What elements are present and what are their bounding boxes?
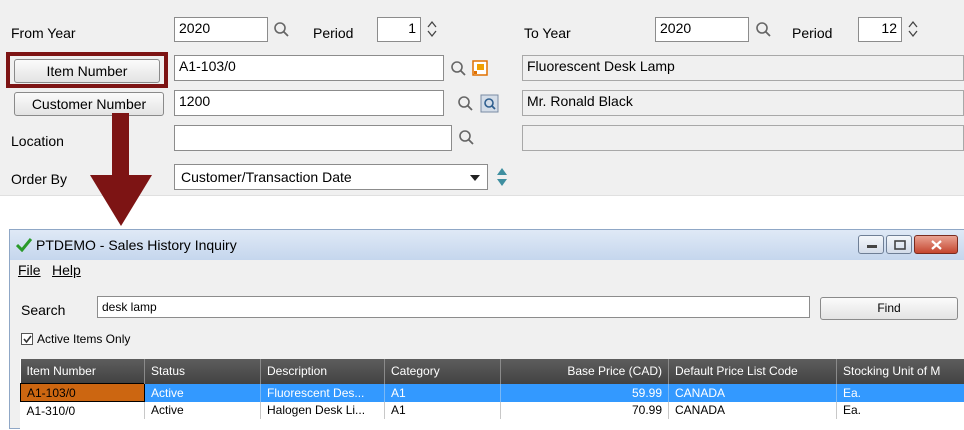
column-header-category[interactable]: Category: [385, 359, 501, 384]
item-description-field: Fluorescent Desk Lamp: [522, 55, 964, 81]
cell-category[interactable]: A1: [385, 384, 501, 402]
order-by-select[interactable]: Customer/Transaction Date: [174, 164, 488, 190]
item-number-button[interactable]: Item Number: [14, 59, 160, 83]
cell-item-number[interactable]: A1-310/0: [21, 402, 145, 420]
search-input[interactable]: desk lamp: [97, 296, 810, 318]
cell-price-list[interactable]: CANADA: [669, 384, 837, 402]
from-period-input[interactable]: 1: [377, 17, 421, 42]
cell-stocking-unit[interactable]: Ea.: [837, 384, 964, 402]
chevron-down-icon[interactable]: [470, 175, 480, 182]
item-search-icon[interactable]: [450, 60, 468, 78]
cell-description[interactable]: Halogen Desk Li...: [261, 402, 385, 420]
maximize-button[interactable]: [886, 235, 912, 254]
sales-history-inquiry-window: PTDEMO - Sales History Inquiry File Help…: [9, 229, 964, 429]
minimize-icon: [867, 245, 877, 248]
to-year-input[interactable]: 2020: [655, 17, 749, 42]
window-title: PTDEMO - Sales History Inquiry: [36, 237, 237, 254]
table-row[interactable]: A1-103/0 Active Fluorescent Des... A1 59…: [21, 384, 964, 402]
item-number-input[interactable]: A1-103/0: [174, 55, 444, 81]
maximize-icon: [894, 240, 906, 250]
location-description-field: [522, 125, 964, 151]
cell-category[interactable]: A1: [385, 402, 501, 420]
cell-base-price[interactable]: 59.99: [501, 384, 669, 402]
cell-stocking-unit[interactable]: Ea.: [837, 402, 964, 420]
cell-item-number[interactable]: A1-103/0: [21, 384, 145, 402]
close-icon: [931, 240, 942, 250]
results-grid: Item Number Status Description Category …: [20, 359, 964, 430]
table-row[interactable]: A1-310/0 Active Halogen Desk Li... A1 70…: [21, 402, 964, 420]
column-header-item-number[interactable]: Item Number: [21, 359, 145, 384]
to-year-search-icon[interactable]: [755, 21, 773, 39]
active-items-checkbox[interactable]: [21, 333, 33, 345]
minimize-button[interactable]: [858, 235, 884, 254]
menu-bar: File Help: [10, 260, 964, 280]
column-header-base-price[interactable]: Base Price (CAD): [501, 359, 669, 384]
customer-search-icon[interactable]: [457, 95, 475, 113]
column-header-status[interactable]: Status: [145, 359, 261, 384]
item-drilldown-icon[interactable]: [472, 60, 489, 77]
customer-number-input[interactable]: 1200: [174, 90, 444, 116]
search-label: Search: [21, 302, 65, 318]
to-year-label: To Year: [524, 24, 571, 42]
from-year-label: From Year: [11, 24, 76, 42]
cell-base-price[interactable]: 70.99: [501, 402, 669, 420]
customer-finder-icon[interactable]: [480, 94, 499, 113]
location-label: Location: [11, 132, 64, 150]
from-period-spinner-icon[interactable]: [426, 19, 438, 39]
app-check-icon: [16, 238, 32, 252]
column-header-price-list[interactable]: Default Price List Code: [669, 359, 837, 384]
location-input[interactable]: [174, 125, 452, 151]
arrow-down-icon: [90, 113, 152, 227]
grid-header-row: Item Number Status Description Category …: [21, 359, 964, 384]
cell-description[interactable]: Fluorescent Des...: [261, 384, 385, 402]
order-by-value: Customer/Transaction Date: [181, 169, 352, 185]
menu-file[interactable]: File: [18, 262, 41, 278]
cell-price-list[interactable]: CANADA: [669, 402, 837, 420]
from-year-input[interactable]: 2020: [174, 17, 268, 42]
column-header-description[interactable]: Description: [261, 359, 385, 384]
from-period-label: Period: [313, 24, 353, 42]
cell-status[interactable]: Active: [145, 402, 261, 420]
menu-help[interactable]: Help: [52, 262, 81, 278]
to-period-label: Period: [792, 24, 832, 42]
to-period-spinner-icon[interactable]: [907, 19, 919, 39]
order-by-label: Order By: [11, 170, 67, 188]
find-button[interactable]: Find: [820, 297, 958, 320]
from-year-search-icon[interactable]: [273, 21, 291, 39]
close-button[interactable]: [914, 235, 958, 254]
location-search-icon[interactable]: [458, 129, 476, 147]
column-header-stocking-unit[interactable]: Stocking Unit of M: [837, 359, 964, 384]
cell-status[interactable]: Active: [145, 384, 261, 402]
active-items-label: Active Items Only: [37, 332, 130, 346]
sort-order-icon[interactable]: [496, 166, 508, 188]
to-period-input[interactable]: 12: [858, 17, 902, 42]
checkmark-icon: [23, 335, 32, 344]
customer-name-field: Mr. Ronald Black: [522, 90, 964, 116]
